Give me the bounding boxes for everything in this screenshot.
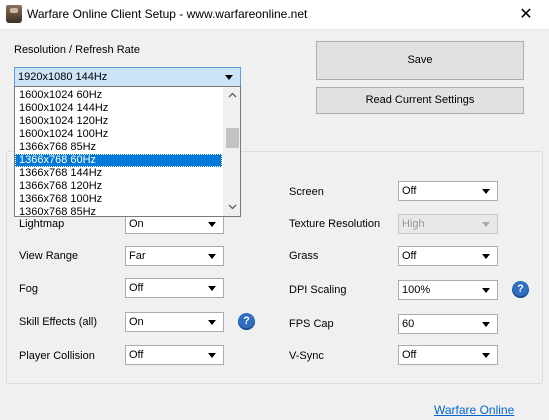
skill-effects-select[interactable]: On: [125, 312, 224, 332]
grass-label: Grass: [289, 250, 319, 262]
player-collision-label: Player Collision: [19, 350, 95, 362]
dropdown-arrow-icon: [482, 288, 490, 293]
dropdown-arrow-icon: [482, 189, 490, 194]
resolution-option[interactable]: 1600x1024 120Hz: [15, 115, 222, 128]
dropdown-scrollbar[interactable]: [223, 87, 240, 216]
resolution-option[interactable]: 1360x768 85Hz: [15, 206, 222, 216]
texture-resolution-value: High: [402, 218, 425, 230]
resolution-label: Resolution / Refresh Rate: [14, 44, 140, 56]
resolution-select[interactable]: 1920x1080 144Hz: [14, 67, 241, 87]
resolution-option[interactable]: 1600x1024 144Hz: [15, 102, 222, 115]
dpi-scaling-label: DPI Scaling: [289, 284, 347, 296]
dropdown-arrow-icon: [208, 286, 216, 291]
resolution-selected-value: 1920x1080 144Hz: [18, 71, 108, 83]
app-icon: [6, 5, 22, 23]
fog-value: Off: [129, 282, 144, 294]
view-range-value: Far: [129, 250, 146, 262]
save-button[interactable]: Save: [316, 41, 524, 80]
dropdown-arrow-icon: [482, 222, 490, 227]
lightmap-label: Lightmap: [19, 218, 65, 230]
chevron-down-icon[interactable]: [224, 199, 240, 216]
v-sync-select[interactable]: Off: [398, 345, 498, 365]
player-collision-select[interactable]: Off: [125, 345, 224, 365]
fps-cap-value: 60: [402, 318, 415, 330]
player-collision-value: Off: [129, 349, 144, 361]
dpi-scaling-help-icon[interactable]: ?: [512, 281, 529, 298]
window-title: Warfare Online Client Setup - www.warfar…: [27, 7, 308, 21]
fog-select[interactable]: Off: [125, 278, 224, 298]
fps-cap-select[interactable]: 60: [398, 314, 498, 334]
warfare-online-link[interactable]: Warfare Online: [434, 403, 514, 417]
resolution-option[interactable]: 1366x768 100Hz: [15, 193, 222, 206]
grass-value: Off: [402, 250, 417, 262]
resolution-option[interactable]: 1366x768 120Hz: [15, 180, 222, 193]
fps-cap-label: FPS Cap: [289, 318, 334, 330]
lightmap-value: On: [129, 218, 144, 230]
dropdown-arrow-icon: [482, 353, 490, 358]
dropdown-arrow-icon: [208, 254, 216, 259]
resolution-dropdown-list[interactable]: 1600x1024 60Hz 1600x1024 144Hz 1600x1024…: [14, 86, 241, 217]
screen-value: Off: [402, 185, 417, 197]
dropdown-arrow-icon: [208, 222, 216, 227]
fog-label: Fog: [19, 283, 38, 295]
screen-label: Screen: [289, 186, 324, 198]
skill-effects-help-icon[interactable]: ?: [238, 313, 255, 330]
dropdown-arrow-icon: [482, 254, 490, 259]
dropdown-arrow-icon: [225, 75, 233, 80]
resolution-option[interactable]: 1600x1024 100Hz: [15, 128, 222, 141]
texture-resolution-label: Texture Resolution: [289, 218, 381, 230]
scrollbar-thumb[interactable]: [226, 128, 239, 148]
dpi-scaling-value: 100%: [402, 284, 431, 296]
close-icon[interactable]: ✕: [503, 0, 549, 30]
resolution-option[interactable]: 1600x1024 60Hz: [15, 89, 222, 102]
dropdown-arrow-icon: [208, 320, 216, 325]
dropdown-arrow-icon: [482, 322, 490, 327]
dropdown-arrow-icon: [208, 353, 216, 358]
view-range-label: View Range: [19, 250, 79, 262]
texture-resolution-select: High: [398, 214, 498, 234]
read-current-settings-button[interactable]: Read Current Settings: [316, 87, 524, 114]
v-sync-label: V-Sync: [289, 350, 324, 362]
chevron-up-icon[interactable]: [224, 87, 240, 104]
title-bar: Warfare Online Client Setup - www.warfar…: [0, 0, 549, 30]
skill-effects-value: On: [129, 316, 144, 328]
screen-select[interactable]: Off: [398, 181, 498, 201]
resolution-option[interactable]: 1366x768 85Hz: [15, 141, 222, 154]
resolution-option[interactable]: 1366x768 144Hz: [15, 167, 222, 180]
view-range-select[interactable]: Far: [125, 246, 224, 266]
resolution-option-selected[interactable]: 1366x768 60Hz: [15, 154, 222, 167]
grass-select[interactable]: Off: [398, 246, 498, 266]
lightmap-select[interactable]: On: [125, 214, 224, 234]
dpi-scaling-select[interactable]: 100%: [398, 280, 498, 300]
skill-effects-label: Skill Effects (all): [19, 316, 98, 328]
v-sync-value: Off: [402, 349, 417, 361]
